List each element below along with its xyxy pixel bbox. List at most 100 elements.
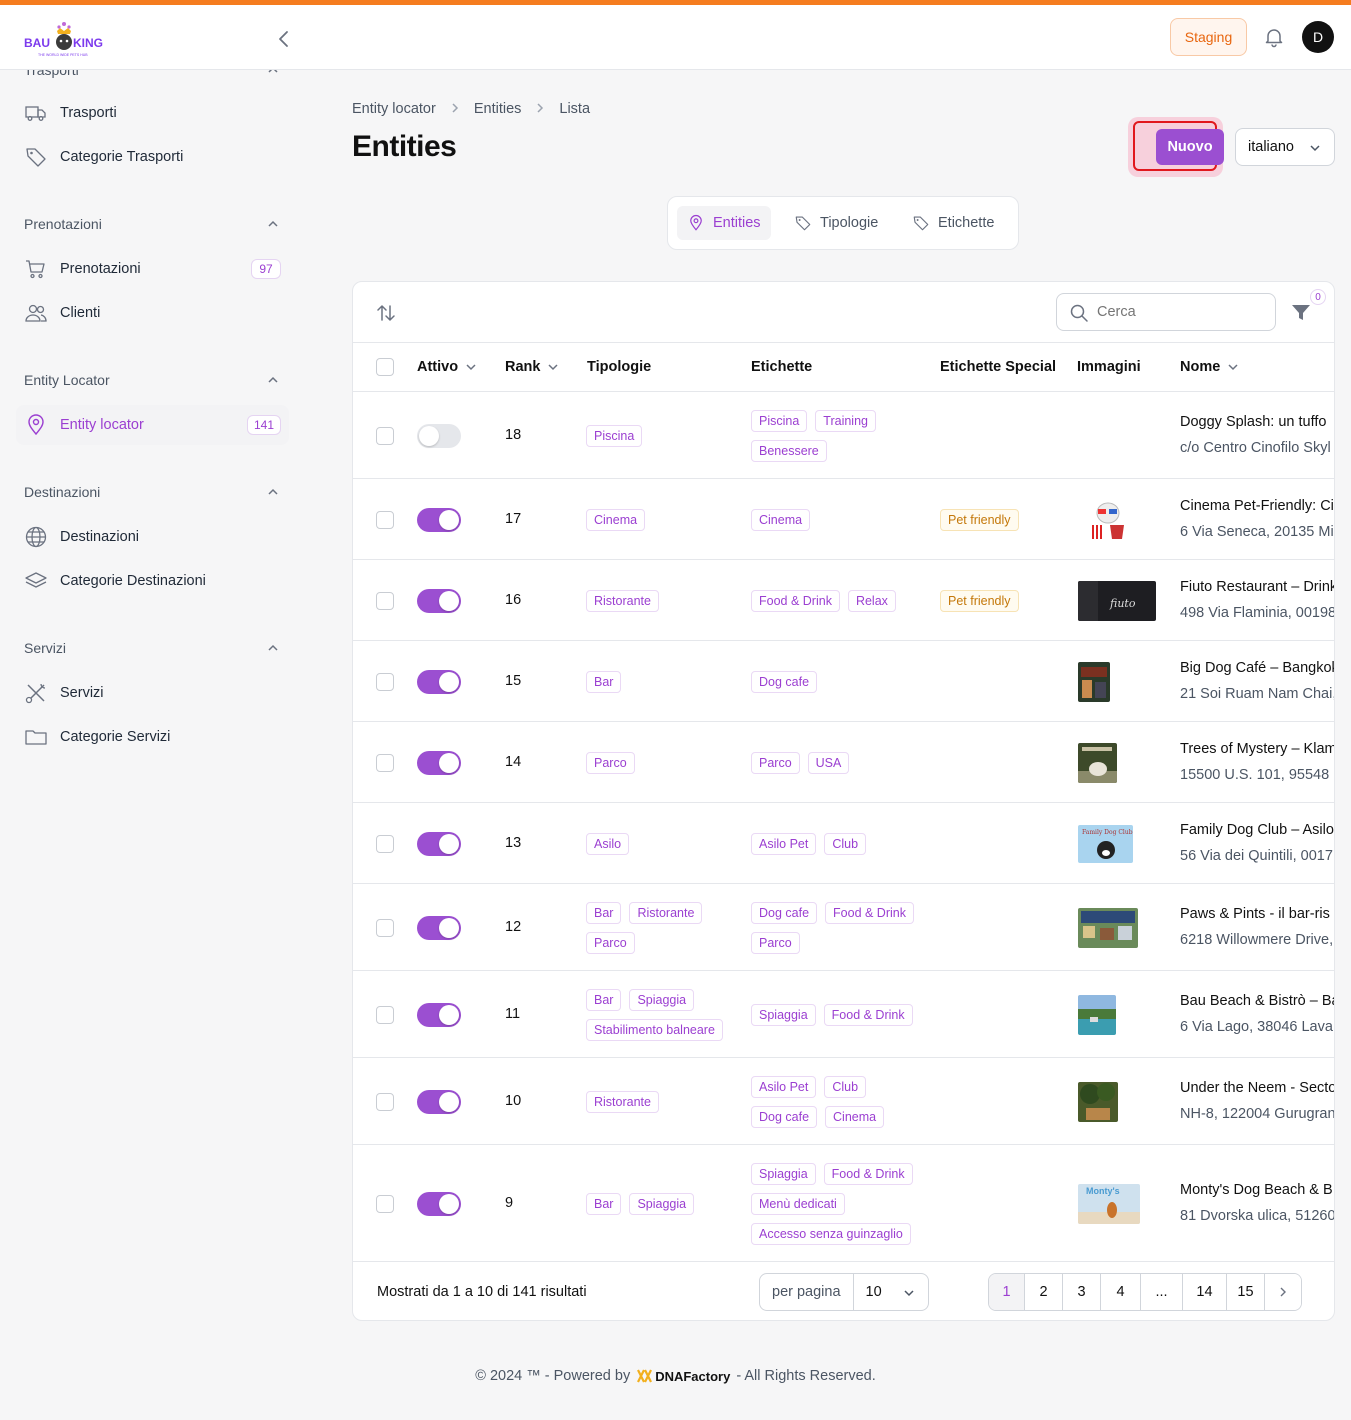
entity-name[interactable]: Monty's Dog Beach & B bbox=[1180, 1182, 1333, 1198]
entity-thumbnail[interactable] bbox=[1078, 742, 1117, 783]
entity-thumbnail[interactable]: fiuto bbox=[1078, 580, 1156, 621]
page-button[interactable]: 14 bbox=[1183, 1274, 1227, 1310]
row-checkbox[interactable] bbox=[376, 1194, 394, 1213]
table-row[interactable]: 17 Cinema Cinema Pet friendly Cinema Pet-Fri… bbox=[353, 479, 1334, 560]
page-button[interactable]: ... bbox=[1141, 1274, 1183, 1310]
table-row[interactable]: 18 Piscina Piscina Training Benessere Doggy S… bbox=[353, 392, 1334, 479]
page-button[interactable]: 15 bbox=[1227, 1274, 1265, 1310]
page-button[interactable]: 2 bbox=[1025, 1274, 1063, 1310]
active-toggle[interactable] bbox=[417, 1191, 461, 1216]
row-checkbox[interactable] bbox=[376, 1092, 394, 1111]
column-nome[interactable]: Nome bbox=[1180, 359, 1240, 375]
language-select[interactable]: italiano bbox=[1235, 128, 1335, 166]
row-rank: 17 bbox=[505, 510, 522, 527]
sort-icon[interactable] bbox=[375, 302, 397, 324]
entity-name[interactable]: Fiuto Restaurant – Drink bbox=[1180, 579, 1334, 595]
table-row[interactable]: 13 Asilo Asilo Pet Club Family Dog Club Famil… bbox=[353, 803, 1334, 884]
active-toggle[interactable] bbox=[417, 750, 461, 775]
table-row[interactable]: 16 Ristorante Food & Drink Relax Pet friendl… bbox=[353, 560, 1334, 641]
entity-thumbnail[interactable] bbox=[1078, 907, 1138, 948]
active-toggle[interactable] bbox=[417, 588, 461, 613]
bell-icon[interactable] bbox=[1262, 25, 1286, 49]
row-checkbox[interactable] bbox=[376, 426, 394, 445]
active-toggle[interactable] bbox=[417, 831, 461, 856]
table-row[interactable]: 11 Bar Spiaggia Stabilimento balneare Spiagg… bbox=[353, 971, 1334, 1058]
row-checkbox[interactable] bbox=[376, 510, 394, 529]
row-checkbox[interactable] bbox=[376, 672, 394, 691]
filter-icon[interactable] bbox=[1289, 300, 1313, 324]
entity-thumbnail[interactable] bbox=[1078, 994, 1116, 1035]
baukng-logo[interactable]: BAU KING THE WORLD WIDE PETS HUB bbox=[24, 19, 106, 59]
entity-name[interactable]: Cinema Pet-Friendly: Ci bbox=[1180, 498, 1334, 514]
table-row[interactable]: 14 Parco Parco USA Trees of Mystery – Klam 15… bbox=[353, 722, 1334, 803]
row-checkbox[interactable] bbox=[376, 834, 394, 853]
active-toggle[interactable] bbox=[417, 507, 461, 532]
new-entity-button[interactable]: Nuovo bbox=[1156, 129, 1224, 165]
page-button[interactable]: 3 bbox=[1063, 1274, 1101, 1310]
search-input[interactable] bbox=[1097, 304, 1257, 320]
cart-icon bbox=[24, 257, 48, 281]
breadcrumb-entity-locator[interactable]: Entity locator bbox=[352, 101, 436, 117]
staging-badge[interactable]: Staging bbox=[1170, 18, 1247, 56]
page-button[interactable]: 4 bbox=[1101, 1274, 1141, 1310]
entity-name[interactable]: Under the Neem - Secto bbox=[1180, 1080, 1334, 1096]
etichette-chips: Spiaggia Food & Drink Menù dedicati Accesso… bbox=[751, 1162, 931, 1245]
user-avatar[interactable]: D bbox=[1302, 21, 1334, 53]
breadcrumb-entities[interactable]: Entities bbox=[474, 101, 522, 117]
sidebar-section-prenotazioni[interactable]: Prenotazioni bbox=[24, 216, 280, 232]
page-button[interactable]: 1 bbox=[989, 1274, 1025, 1310]
sidebar-item-categorie-servizi[interactable]: Categorie Servizi bbox=[16, 717, 289, 757]
select-all-checkbox[interactable] bbox=[376, 358, 394, 376]
row-checkbox[interactable] bbox=[376, 753, 394, 772]
sidebar-item-servizi[interactable]: Servizi bbox=[16, 673, 289, 713]
tab-entities[interactable]: Entities bbox=[677, 206, 771, 240]
table-row[interactable]: 12 Bar Ristorante Parco Dog cafe Food & Drink… bbox=[353, 884, 1334, 971]
entity-name[interactable]: Family Dog Club – Asilo bbox=[1180, 822, 1334, 838]
row-checkbox[interactable] bbox=[376, 918, 394, 937]
entity-thumbnail[interactable] bbox=[1078, 661, 1110, 702]
sidebar-item-prenotazioni[interactable]: Prenotazioni 97 bbox=[16, 249, 289, 289]
sidebar-section-entity-locator[interactable]: Entity Locator bbox=[24, 372, 280, 388]
entity-name[interactable]: Bau Beach & Bistrò – Ba bbox=[1180, 993, 1334, 1009]
sidebar-collapse-icon[interactable] bbox=[272, 27, 296, 51]
entity-name[interactable]: Big Dog Café – Bangkok bbox=[1180, 660, 1334, 676]
sidebar-item-destinazioni[interactable]: Destinazioni bbox=[16, 517, 289, 557]
column-rank[interactable]: Rank bbox=[505, 359, 560, 375]
entity-name[interactable]: Paws & Pints - il bar-ris bbox=[1180, 906, 1330, 922]
table-row[interactable]: 15 Bar Dog cafe Big Dog Café – Bangkok 21 So… bbox=[353, 641, 1334, 722]
next-page-icon[interactable] bbox=[1265, 1274, 1301, 1310]
entity-name[interactable]: Trees of Mystery – Klam bbox=[1180, 741, 1334, 757]
sidebar-item-categorie-trasporti[interactable]: Categorie Trasporti bbox=[16, 137, 289, 177]
sidebar-section-servizi[interactable]: Servizi bbox=[24, 640, 280, 656]
table-row[interactable]: 10 Ristorante Asilo Pet Club Dog cafe Cinema U… bbox=[353, 1058, 1335, 1145]
active-toggle[interactable] bbox=[417, 1002, 461, 1027]
sidebar-item-clienti[interactable]: Clienti bbox=[16, 293, 289, 333]
per-page-select[interactable]: per pagina 10 bbox=[759, 1273, 929, 1311]
entity-address: NH-8, 122004 Gurugran bbox=[1180, 1105, 1335, 1122]
tipologie-chip: Bar bbox=[586, 988, 622, 1011]
active-toggle[interactable] bbox=[417, 669, 461, 694]
entity-thumbnail[interactable]: Family Dog Club bbox=[1078, 824, 1133, 863]
chevron-up-icon bbox=[268, 376, 278, 383]
active-toggle[interactable] bbox=[417, 423, 461, 448]
sidebar-item-entity-locator[interactable]: Entity locator 141 bbox=[16, 405, 289, 445]
entity-thumbnail[interactable] bbox=[1078, 498, 1136, 541]
row-checkbox[interactable] bbox=[376, 591, 394, 610]
sidebar-item-categorie-destinazioni[interactable]: Categorie Destinazioni bbox=[16, 561, 289, 601]
tab-tipologie[interactable]: Tipologie bbox=[784, 206, 888, 240]
row-checkbox[interactable] bbox=[376, 1005, 394, 1024]
entity-thumbnail[interactable]: Monty's bbox=[1078, 1183, 1140, 1224]
table-row[interactable]: 9 Bar Spiaggia Spiaggia Food & Drink Menù ded… bbox=[353, 1145, 1334, 1262]
sidebar-item-trasporti[interactable]: Trasporti bbox=[16, 93, 289, 133]
column-attivo[interactable]: Attivo bbox=[417, 359, 478, 375]
entity-thumbnail[interactable] bbox=[1078, 1081, 1118, 1122]
toggle-knob bbox=[439, 671, 459, 692]
active-toggle[interactable] bbox=[417, 1089, 461, 1114]
sidebar-section-destinazioni[interactable]: Destinazioni bbox=[24, 484, 280, 500]
active-toggle[interactable] bbox=[417, 915, 461, 940]
entity-name[interactable]: Doggy Splash: un tuffo bbox=[1180, 414, 1326, 430]
tab-etichette[interactable]: Etichette bbox=[902, 206, 1004, 240]
dnafactory-logo[interactable]: DNAFactory bbox=[636, 1369, 730, 1384]
sidebar-section-trasporti[interactable]: Trasporti bbox=[24, 70, 280, 78]
etichette-chips: Dog cafe Food & Drink Parco bbox=[751, 901, 931, 954]
